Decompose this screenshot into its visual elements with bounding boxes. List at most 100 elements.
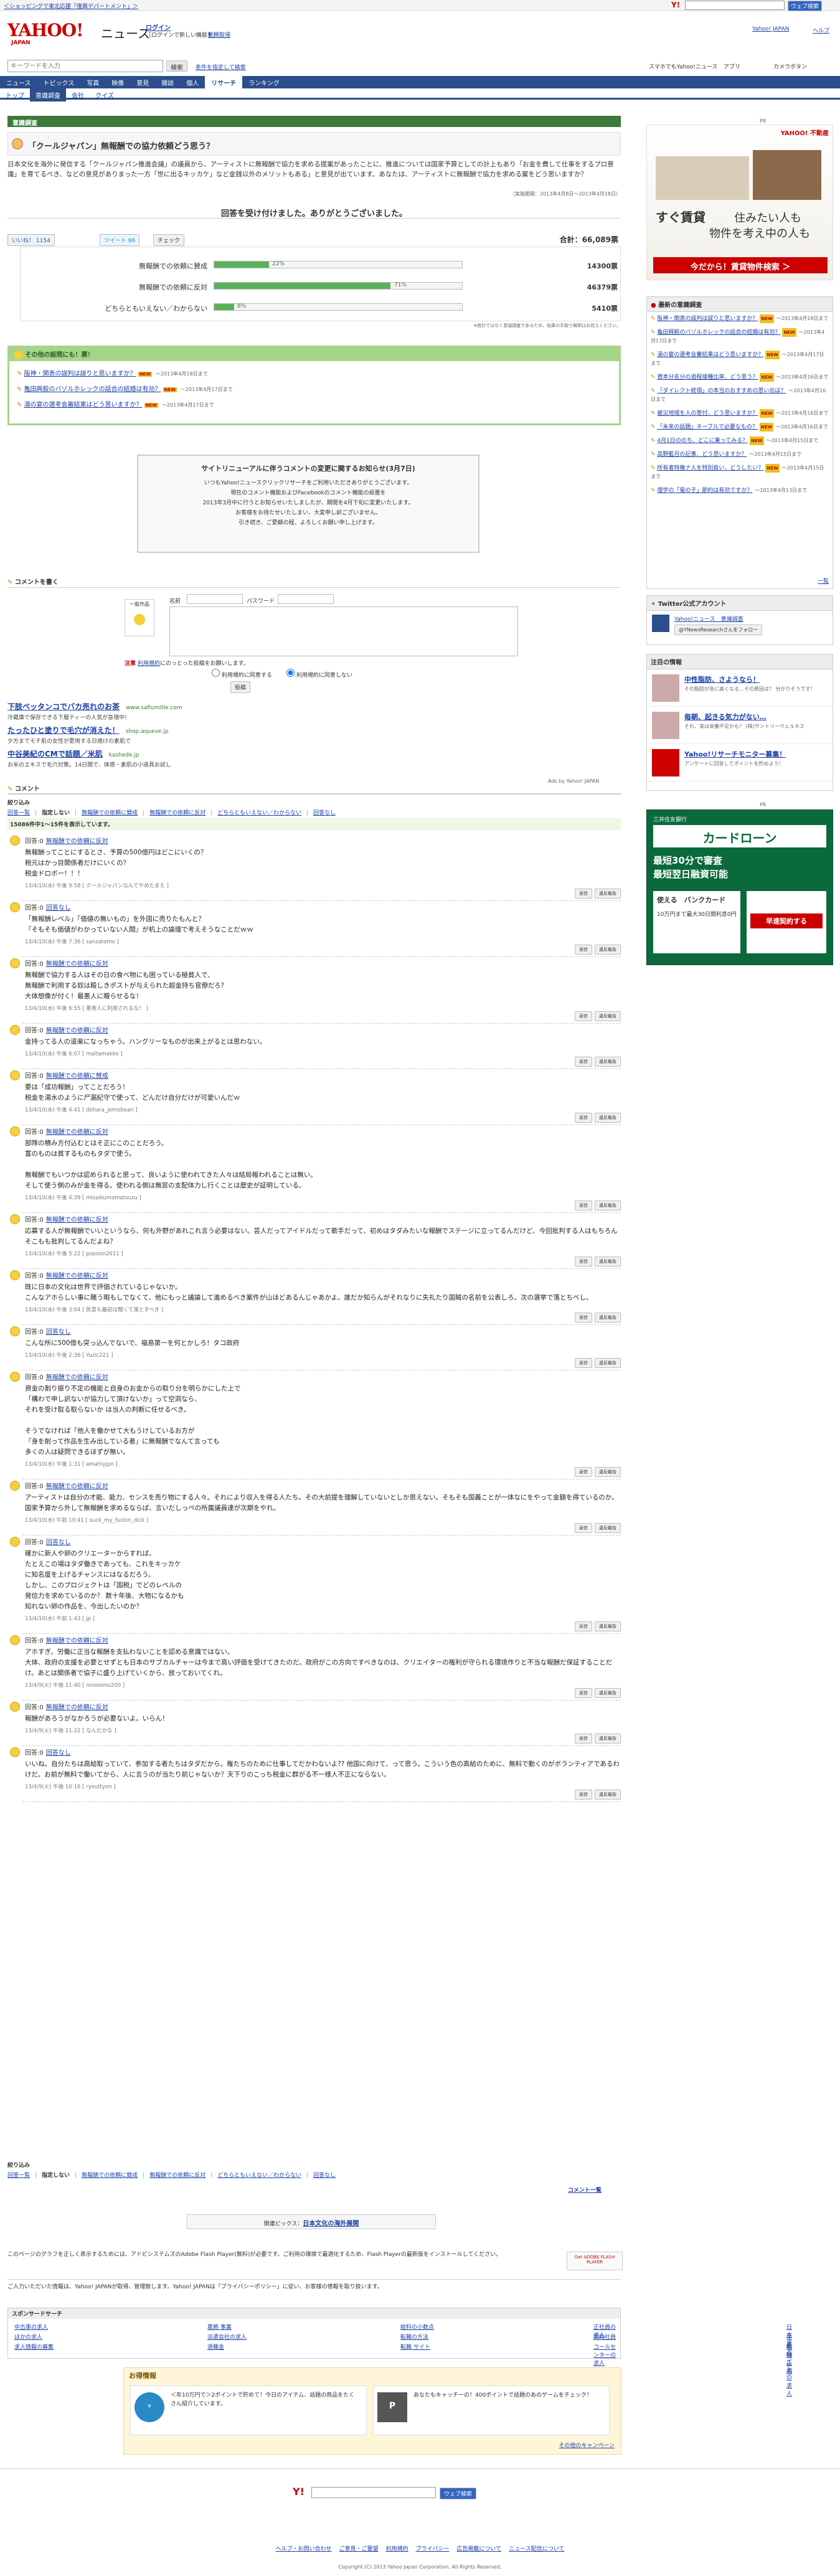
- sidebar-survey-link[interactable]: 理学の「菊の子」節約は有効ですか？: [657, 488, 752, 494]
- comment-answer-tag[interactable]: 無報酬での依頼に反対: [46, 1217, 108, 1224]
- attention-item[interactable]: 毎朝、起きる気力がない… それ、実は栄養不足かも？ (株)サントリーウェルネス: [647, 707, 833, 744]
- comment-answer-tag[interactable]: 無報酬での依頼に反対: [46, 1638, 108, 1644]
- report-button[interactable]: 違反報告: [595, 1523, 621, 1533]
- filter-link[interactable]: 無報酬での依頼に反対: [149, 2173, 205, 2179]
- ad-cta[interactable]: 今だから！賃貸物件検索 ＞: [653, 257, 828, 273]
- comment-answer-tag[interactable]: 回答なし: [46, 1750, 71, 1757]
- comment-list-link[interactable]: コメント一覧: [568, 2186, 602, 2194]
- site-title[interactable]: ニュース: [101, 24, 150, 42]
- sidebar-survey-link[interactable]: 4月1日ののち、どこに乗ってみる？: [657, 438, 748, 444]
- reply-button[interactable]: 返信: [575, 1257, 592, 1267]
- filter-link[interactable]: 無報酬での依頼に賛成: [82, 810, 138, 816]
- gnav-item-8[interactable]: ランキング: [242, 76, 286, 88]
- ad-title[interactable]: たったひと塗りで毛穴が消えた！: [7, 726, 120, 735]
- reply-button[interactable]: 返信: [575, 945, 592, 955]
- sponsored-link[interactable]: 葛飾 事業: [207, 2323, 232, 2331]
- footer-link[interactable]: ニュース配信について: [509, 2546, 564, 2552]
- sidebar-survey-link[interactable]: 「未来の話題」ネーブルで必要なもの？: [657, 424, 757, 430]
- help-link[interactable]: ヘルプ: [813, 26, 829, 34]
- check-button[interactable]: チェック: [153, 234, 185, 246]
- reply-button[interactable]: 返信: [575, 1734, 592, 1743]
- text-ad[interactable]: たったひと塗りで毛穴が消えた！ shop.aqueve.jp 夕方までモチ肌の女性が…: [7, 725, 621, 747]
- snav-item-1[interactable]: 意識調査: [30, 88, 66, 101]
- sponsored-link[interactable]: 転職 サイト: [400, 2342, 430, 2351]
- report-button[interactable]: 違反報告: [595, 1313, 621, 1323]
- sponsored-link[interactable]: ほかの求人: [14, 2333, 42, 2341]
- top-search-button[interactable]: ウェブ検索: [788, 1, 823, 11]
- comment-answer-tag[interactable]: 無報酬での依頼に反対: [46, 1027, 108, 1034]
- twitter-follow-button[interactable]: @YNewsResearchさんをフォロー: [674, 625, 763, 635]
- password-input[interactable]: [278, 594, 334, 604]
- submit-button[interactable]: 投稿: [230, 681, 251, 693]
- survey-more-link[interactable]: 一覧: [818, 577, 829, 585]
- name-input[interactable]: [187, 594, 243, 604]
- sponsored-link[interactable]: コールセンターの求人: [593, 2342, 620, 2367]
- reply-button[interactable]: 返信: [575, 1057, 592, 1067]
- gnav-item-2[interactable]: 写真: [80, 76, 105, 88]
- sidebar-survey-link[interactable]: 阪神・関表の誤判は誤りと思いますか？: [657, 316, 758, 322]
- comment-answer-tag[interactable]: 回答なし: [46, 1329, 71, 1336]
- yahoo-logo[interactable]: YAHOO!: [7, 20, 83, 40]
- gnav-item-5[interactable]: 雑誌: [155, 76, 180, 88]
- report-button[interactable]: 違反報告: [595, 1790, 621, 1800]
- avatar-select[interactable]: 一般作品: [125, 599, 154, 636]
- reply-button[interactable]: 返信: [575, 889, 592, 899]
- filter-link[interactable]: 回答一覧: [7, 2173, 30, 2179]
- filter-link[interactable]: 指定しない: [42, 810, 70, 816]
- sponsored-link[interactable]: 給料の小数点: [400, 2323, 434, 2331]
- footer-search-button[interactable]: ウェブ検索: [440, 2488, 477, 2499]
- sidebar-ad-bank[interactable]: 三井住友銀行 カードローン 最短30分で審査 最短翌日融資可能 使える バンクカ…: [646, 809, 833, 965]
- comment-answer-tag[interactable]: 無報酬での依頼に反対: [46, 961, 108, 968]
- reply-button[interactable]: 返信: [575, 1201, 592, 1210]
- ad-title[interactable]: 中谷美紀のCMで話題／米肌: [7, 750, 103, 758]
- related-link[interactable]: 阪神・関表の誤判は誤りと思いますか？: [24, 370, 136, 377]
- gnav-item-7[interactable]: リサーチ: [205, 76, 243, 88]
- sidebar-survey-link[interactable]: 被災地域を人の寄付、どう思いますか？: [657, 410, 758, 417]
- report-button[interactable]: 違反報告: [595, 1688, 621, 1698]
- sponsored-link[interactable]: 転職 正規: [786, 2342, 792, 2375]
- sponsored-link[interactable]: 中古車の求人: [14, 2323, 48, 2331]
- footer-yahoo-logo[interactable]: Y!: [293, 2486, 304, 2498]
- filter-link[interactable]: 指定しない: [42, 2173, 70, 2179]
- search-button[interactable]: 検索: [166, 60, 187, 72]
- camera-button-link[interactable]: カメラボタン: [773, 62, 807, 70]
- sidebar-survey-link[interactable]: 資本分名分の過程接種比率、どう思う？: [657, 374, 758, 380]
- sidebar-survey-link[interactable]: 高野藍月の記事、どう思いますか？: [657, 451, 747, 458]
- reply-button[interactable]: 返信: [575, 1621, 592, 1631]
- reply-button[interactable]: 返信: [575, 1467, 592, 1477]
- report-button[interactable]: 違反報告: [595, 1011, 621, 1021]
- terms-link[interactable]: 利用規約: [138, 661, 160, 667]
- reply-button[interactable]: 返信: [575, 1313, 592, 1323]
- register-link[interactable]: 新規取得: [208, 31, 230, 39]
- agree-radio[interactable]: [212, 669, 220, 677]
- sidebar-survey-link[interactable]: 所有者特権ナ人を特別扱い、どうしたい？: [657, 465, 763, 471]
- filter-link[interactable]: 無報酬での依頼に賛成: [82, 2173, 138, 2179]
- filter-link[interactable]: 回答一覧: [7, 810, 30, 816]
- bank-apply-button[interactable]: 早速契約する: [750, 913, 823, 928]
- reply-button[interactable]: 返信: [575, 1790, 592, 1800]
- gnav-item-6[interactable]: 個人: [180, 76, 205, 88]
- search-input[interactable]: [7, 60, 163, 72]
- comment-answer-tag[interactable]: 回答なし: [46, 905, 71, 912]
- yahoo-japan-link[interactable]: Yahoo! JAPAN: [752, 26, 789, 32]
- filter-link[interactable]: どちらともいえない／わからない: [217, 810, 301, 816]
- advanced-search-link[interactable]: 条件を指定して検索: [196, 63, 246, 71]
- comment-answer-tag[interactable]: 無報酬での依頼に賛成: [46, 1073, 108, 1080]
- reply-button[interactable]: 返信: [575, 1523, 592, 1533]
- comment-answer-tag[interactable]: 無報酬での依頼に反対: [46, 1273, 108, 1280]
- footer-link[interactable]: 広告掲載について: [456, 2546, 501, 2552]
- snav-item-0[interactable]: トップ: [0, 88, 30, 101]
- report-button[interactable]: 違反報告: [595, 945, 621, 955]
- comment-answer-tag[interactable]: 無報酬での依頼に反対: [46, 1704, 108, 1711]
- sponsored-link[interactable]: 退職金: [207, 2342, 224, 2351]
- like-button[interactable]: いいね！ 1154: [7, 234, 55, 246]
- reply-button[interactable]: 返信: [575, 1011, 592, 1021]
- footer-link[interactable]: 利用規約: [386, 2546, 408, 2552]
- report-button[interactable]: 違反報告: [595, 1057, 621, 1067]
- gnav-item-3[interactable]: 映像: [105, 76, 130, 88]
- flash-badge[interactable]: Get ADOBE FLASH PLAYER: [567, 2252, 623, 2270]
- report-button[interactable]: 違反報告: [595, 1621, 621, 1631]
- filter-link[interactable]: どちらともいえない／わからない: [217, 2173, 301, 2179]
- report-button[interactable]: 違反報告: [595, 1467, 621, 1477]
- comment-answer-tag[interactable]: 回答なし: [46, 1539, 71, 1546]
